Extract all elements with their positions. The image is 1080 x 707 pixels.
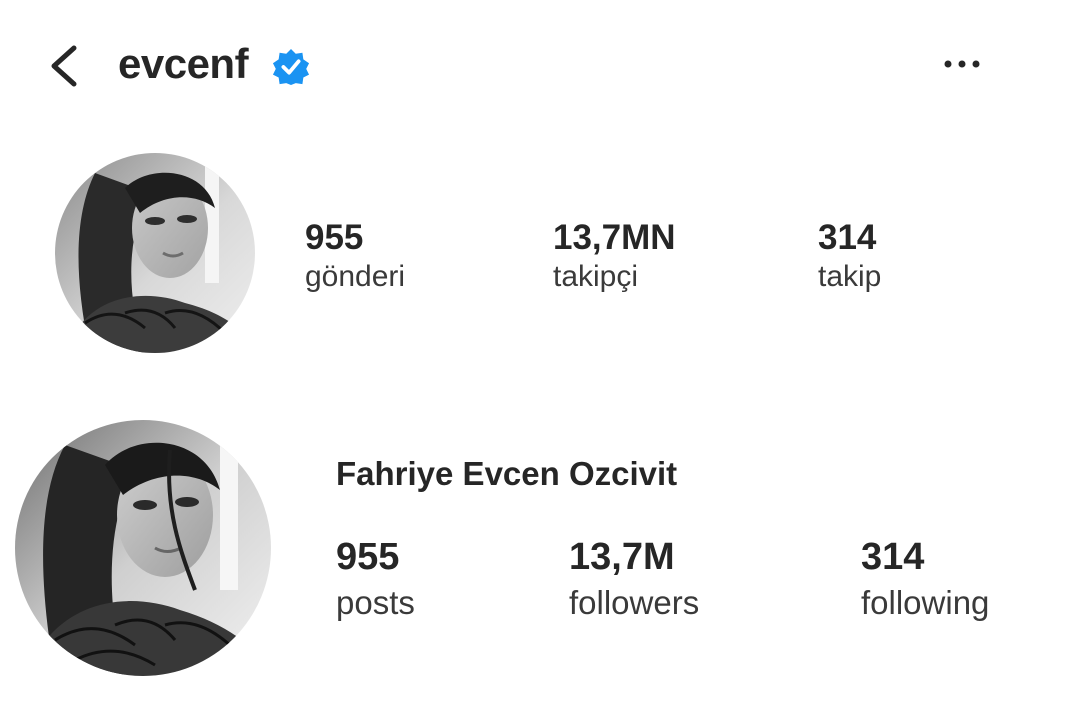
profile-avatar-photo-large[interactable] — [15, 420, 271, 676]
more-options-button[interactable] — [940, 52, 984, 76]
back-button[interactable] — [44, 42, 84, 90]
stat-value: 314 — [818, 218, 877, 257]
stat-value: 955 — [336, 536, 400, 578]
stat-label: followers — [569, 584, 700, 621]
stat-label: takip — [818, 260, 882, 293]
more-horizontal-icon — [944, 60, 980, 68]
stat-followers[interactable]: 13,7M followers — [569, 535, 699, 623]
profile-full-name: Fahriye Evcen Ozcivit — [336, 455, 678, 492]
profile-avatar-photo[interactable] — [55, 153, 255, 353]
stat-label: takipçi — [553, 260, 639, 293]
stat-label: gönderi — [305, 260, 406, 293]
profile-username: evcenf — [118, 40, 249, 87]
stat-following-tr[interactable]: 314 takip — [818, 218, 881, 294]
avatar-image — [55, 153, 255, 353]
stat-posts[interactable]: 955 posts — [336, 535, 415, 623]
stat-value: 13,7M — [569, 536, 675, 578]
stat-followers-tr[interactable]: 13,7MN takipçi — [553, 218, 676, 294]
stat-value: 13,7MN — [553, 218, 676, 257]
stat-value: 955 — [305, 218, 364, 257]
avatar-image — [15, 420, 271, 676]
verified-badge-icon — [272, 48, 310, 86]
stat-label: following — [861, 584, 990, 621]
stat-value: 314 — [861, 536, 925, 578]
stat-posts-tr[interactable]: 955 gönderi — [305, 218, 405, 294]
chevron-left-icon — [51, 45, 77, 87]
stat-following[interactable]: 314 following — [861, 535, 989, 623]
stat-label: posts — [336, 584, 415, 621]
